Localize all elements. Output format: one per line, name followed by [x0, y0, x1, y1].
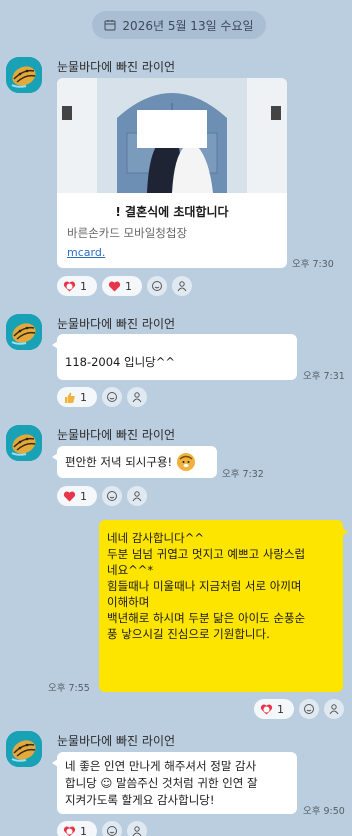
sender-name: 눈물바다에 빠진 라이언 — [57, 317, 176, 331]
sender-name: 눈물바다에 빠진 라이언 — [57, 60, 176, 74]
smile-plus-icon — [107, 491, 117, 501]
ryan-emoji-icon — [177, 453, 196, 471]
avatar[interactable] — [6, 425, 42, 461]
message-line: 지켜가도록 할게요 감사합니당! — [65, 793, 215, 807]
thumbs-up-icon — [65, 392, 75, 403]
person-icon — [132, 826, 142, 836]
message-bubble[interactable]: 네 좋은 인연 만나게 해주셔서 정말 감사 합니당 ☺ 말씀주신 것처럼 귀한… — [52, 752, 297, 814]
smile-plus-icon — [107, 392, 117, 402]
message-line: 풍 낳으시길 진심으로 기원합니다. — [107, 627, 270, 641]
heart-icon — [63, 491, 76, 501]
reaction-users-button[interactable] — [127, 486, 147, 506]
avatar[interactable] — [6, 57, 42, 93]
message-line: 네요^^* — [107, 563, 154, 577]
reaction-row: 1 — [57, 486, 147, 506]
date-divider: 2026년 5월 13일 수요일 — [92, 11, 266, 39]
ryan-avatar-icon — [6, 425, 42, 461]
reaction-row: 1 — [57, 821, 147, 836]
message-time: 오후 9:50 — [303, 806, 345, 817]
smile-plus-icon — [152, 281, 162, 291]
message-line: 백년해로 하시며 두분 닮은 아이도 순풍순 — [107, 611, 306, 625]
reaction-heart-face[interactable]: 1 — [57, 821, 97, 836]
message-text: 편안한 저녁 되시구용! — [65, 454, 173, 469]
message-line: 네 좋은 인연 만나게 해주셔서 정말 감사 — [65, 759, 257, 773]
message-text: 118-2004 입니당^^ — [65, 355, 176, 369]
reaction-users-button[interactable] — [324, 699, 344, 719]
heart-face-icon — [63, 826, 76, 836]
ryan-avatar-icon — [6, 57, 42, 93]
card-link[interactable]: mcard. — [67, 246, 105, 259]
message-line: 두분 넘넘 귀엽고 멋지고 예쁘고 사랑스럽 — [107, 547, 306, 561]
avatar[interactable] — [6, 314, 42, 350]
reaction-thumbs-up[interactable]: 1 — [57, 387, 97, 407]
message-bubble[interactable]: 118-2004 입니당^^ — [52, 334, 297, 380]
reaction-count: 1 — [80, 824, 87, 836]
ryan-avatar-icon — [6, 731, 42, 767]
message-time: 오후 7:55 — [48, 683, 90, 694]
reaction-heart-face[interactable]: 1 — [254, 699, 294, 719]
card-subtitle: 바른손카드 모바일청첩장 — [67, 226, 188, 240]
reaction-heart[interactable]: 1 — [102, 276, 142, 296]
person-icon — [132, 491, 142, 502]
message-line: 합니당 ☺ 말씀주신 것처럼 귀한 인연 잘 — [65, 776, 258, 790]
person-icon — [177, 281, 187, 292]
wedding-photo — [57, 78, 287, 193]
avatar[interactable] — [6, 731, 42, 767]
my-message-bubble[interactable]: 네네 감사합니다^^ 두분 넘넘 귀엽고 멋지고 예쁘고 사랑스럽 네요^^* … — [99, 520, 348, 692]
message-line: 네네 감사합니다^^ — [107, 531, 204, 545]
message-time: 오후 7:32 — [222, 469, 264, 480]
add-reaction-button[interactable] — [147, 276, 167, 296]
reaction-count: 1 — [125, 279, 132, 293]
message-bubble[interactable]: 편안한 저녁 되시구용! — [52, 446, 217, 478]
person-icon — [132, 392, 142, 403]
message-time: 오후 7:30 — [292, 259, 334, 270]
smile-plus-icon — [304, 704, 314, 714]
reaction-row: 1 — [57, 387, 147, 407]
reaction-count: 1 — [80, 489, 87, 503]
reaction-row: 1 — [254, 699, 344, 719]
sender-name: 눈물바다에 빠진 라이언 — [57, 428, 176, 442]
message-line: 이해하며 — [107, 595, 150, 609]
calendar-icon — [104, 20, 116, 31]
reaction-heart-face[interactable]: 1 — [57, 276, 97, 296]
reaction-users-button[interactable] — [172, 276, 192, 296]
sender-name: 눈물바다에 빠진 라이언 — [57, 734, 176, 748]
add-reaction-button[interactable] — [299, 699, 319, 719]
heart-face-icon — [260, 704, 273, 714]
reaction-count: 1 — [80, 279, 87, 293]
add-reaction-button[interactable] — [102, 387, 122, 407]
message-time: 오후 7:31 — [303, 371, 345, 382]
card-title: ! 결혼식에 초대합니다 — [115, 205, 229, 219]
reaction-count: 1 — [80, 390, 87, 404]
reaction-users-button[interactable] — [127, 821, 147, 836]
invitation-card[interactable]: ! 결혼식에 초대합니다 바른손카드 모바일청첩장 mcard. — [57, 78, 287, 268]
add-reaction-button[interactable] — [102, 486, 122, 506]
date-label: 2026년 5월 13일 수요일 — [122, 18, 254, 33]
reaction-row: 1 1 — [57, 276, 192, 296]
heart-face-icon — [63, 281, 76, 291]
ryan-avatar-icon — [6, 314, 42, 350]
smile-plus-icon — [107, 826, 117, 836]
heart-icon — [108, 281, 121, 291]
message-line: 힘들때나 미울때나 지금처럼 서로 아끼며 — [107, 579, 302, 593]
reaction-users-button[interactable] — [127, 387, 147, 407]
add-reaction-button[interactable] — [102, 821, 122, 836]
reaction-count: 1 — [277, 702, 284, 716]
person-icon — [329, 704, 339, 715]
reaction-heart[interactable]: 1 — [57, 486, 97, 506]
